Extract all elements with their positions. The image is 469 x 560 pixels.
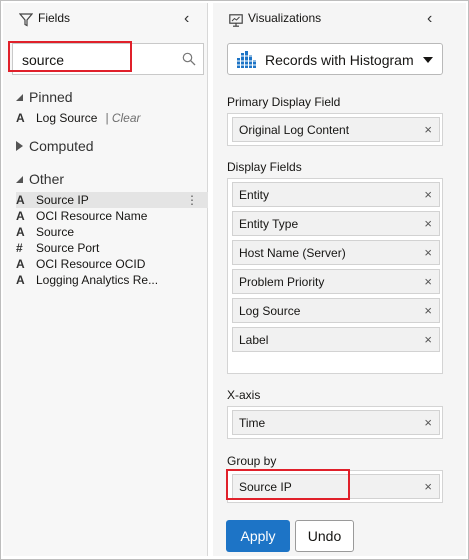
remove-icon[interactable]: ×	[424, 274, 432, 289]
field-pill-label: Log Source	[239, 304, 301, 318]
field-pill[interactable]: Log Source ×	[232, 298, 440, 323]
field-row-logging-analytics[interactable]: A Logging Analytics Re...	[16, 272, 208, 288]
undo-button[interactable]: Undo	[295, 520, 354, 552]
remove-icon[interactable]: ×	[424, 332, 432, 347]
section-pinned-label: Pinned	[29, 89, 73, 105]
field-pill-label: Entity Type	[239, 217, 299, 231]
apply-button[interactable]: Apply	[226, 520, 290, 552]
text-type-icon: A	[16, 225, 25, 239]
group-by-well[interactable]: Source IP ×	[227, 470, 443, 503]
group-by-label: Group by	[227, 454, 277, 468]
text-type-icon: A	[16, 193, 25, 207]
field-pill-label: Original Log Content	[239, 123, 350, 137]
field-pill[interactable]: Time ×	[232, 410, 440, 435]
field-pill[interactable]: Host Name (Server) ×	[232, 240, 440, 265]
fields-panel-title: Fields	[38, 11, 71, 25]
x-axis-well[interactable]: Time ×	[227, 406, 443, 439]
remove-icon[interactable]: ×	[424, 122, 432, 137]
field-row-oci-resource-ocid[interactable]: A OCI Resource OCID	[16, 256, 208, 272]
collapse-fields-icon[interactable]: ‹	[184, 11, 196, 27]
section-computed-label: Computed	[29, 138, 94, 154]
field-row-oci-resource-name[interactable]: A OCI Resource Name	[16, 208, 208, 224]
field-pill[interactable]: Entity ×	[232, 182, 440, 207]
field-row-log-source[interactable]: A Log Source | Clear	[16, 110, 208, 126]
remove-icon[interactable]: ×	[424, 415, 432, 430]
histogram-icon	[237, 51, 256, 68]
number-type-icon: #	[16, 241, 23, 255]
field-pill-label: Time	[239, 416, 266, 430]
field-search-input[interactable]	[22, 51, 172, 69]
field-name: OCI Resource OCID	[36, 257, 146, 271]
field-pill-label: Host Name (Server)	[239, 246, 346, 260]
visualization-type-select[interactable]: Records with Histogram	[227, 43, 443, 75]
field-pill[interactable]: Source IP ×	[232, 474, 440, 499]
field-pill-label: Label	[239, 333, 269, 347]
field-pill-label: Entity	[239, 188, 270, 202]
section-pinned[interactable]: Pinned	[16, 89, 73, 105]
caret-down-icon	[16, 93, 23, 101]
dropdown-arrow-icon	[423, 57, 433, 63]
primary-display-field-label: Primary Display Field	[227, 95, 341, 109]
selected-visualization: Records with Histogram	[265, 52, 414, 68]
field-name: OCI Resource Name	[36, 209, 148, 223]
field-name: Log Source	[36, 111, 98, 125]
field-row-source-ip[interactable]: A Source IP ⋮	[16, 192, 208, 208]
visualizations-panel-title: Visualizations	[248, 11, 322, 25]
text-type-icon: A	[16, 111, 25, 125]
field-search	[12, 43, 204, 75]
section-other-label: Other	[29, 171, 65, 187]
field-row-source-port[interactable]: # Source Port	[16, 240, 208, 256]
field-name: Logging Analytics Re...	[36, 273, 159, 287]
caret-right-icon	[16, 141, 23, 151]
remove-icon[interactable]: ×	[424, 479, 432, 494]
remove-icon[interactable]: ×	[424, 187, 432, 202]
field-name: Source Port	[36, 241, 100, 255]
clear-pinned-link[interactable]: | Clear	[105, 111, 140, 125]
remove-icon[interactable]: ×	[424, 216, 432, 231]
field-pill[interactable]: Problem Priority ×	[232, 269, 440, 294]
caret-down-icon	[16, 175, 23, 183]
text-type-icon: A	[16, 257, 25, 271]
kebab-menu-icon[interactable]: ⋮	[186, 193, 198, 207]
field-name: Source	[36, 225, 75, 239]
funnel-icon	[19, 13, 33, 27]
primary-display-field-well[interactable]: Original Log Content ×	[227, 113, 443, 146]
collapse-visualizations-icon[interactable]: ‹	[427, 11, 439, 27]
remove-icon[interactable]: ×	[424, 303, 432, 318]
field-name: Source IP	[36, 193, 89, 207]
monitor-icon	[229, 14, 243, 27]
search-icon[interactable]	[182, 52, 196, 66]
text-type-icon: A	[16, 273, 25, 287]
section-other[interactable]: Other	[16, 171, 64, 187]
field-pill-label: Problem Priority	[239, 275, 325, 289]
display-fields-well[interactable]: Entity × Entity Type × Host Name (Server…	[227, 178, 443, 374]
field-row-source[interactable]: A Source	[16, 224, 208, 240]
visualizations-panel: Visualizations ‹ Records with Histogram …	[213, 3, 466, 556]
display-fields-label: Display Fields	[227, 160, 302, 174]
section-computed[interactable]: Computed	[16, 138, 94, 154]
field-pill[interactable]: Label ×	[232, 327, 440, 352]
text-type-icon: A	[16, 209, 25, 223]
remove-icon[interactable]: ×	[424, 245, 432, 260]
field-pill-label: Source IP	[239, 480, 292, 494]
field-pill[interactable]: Entity Type ×	[232, 211, 440, 236]
x-axis-label: X-axis	[227, 388, 261, 402]
field-pill[interactable]: Original Log Content ×	[232, 117, 440, 142]
fields-panel: Fields ‹ Pinned A Log Source | Clear Com…	[3, 3, 208, 556]
